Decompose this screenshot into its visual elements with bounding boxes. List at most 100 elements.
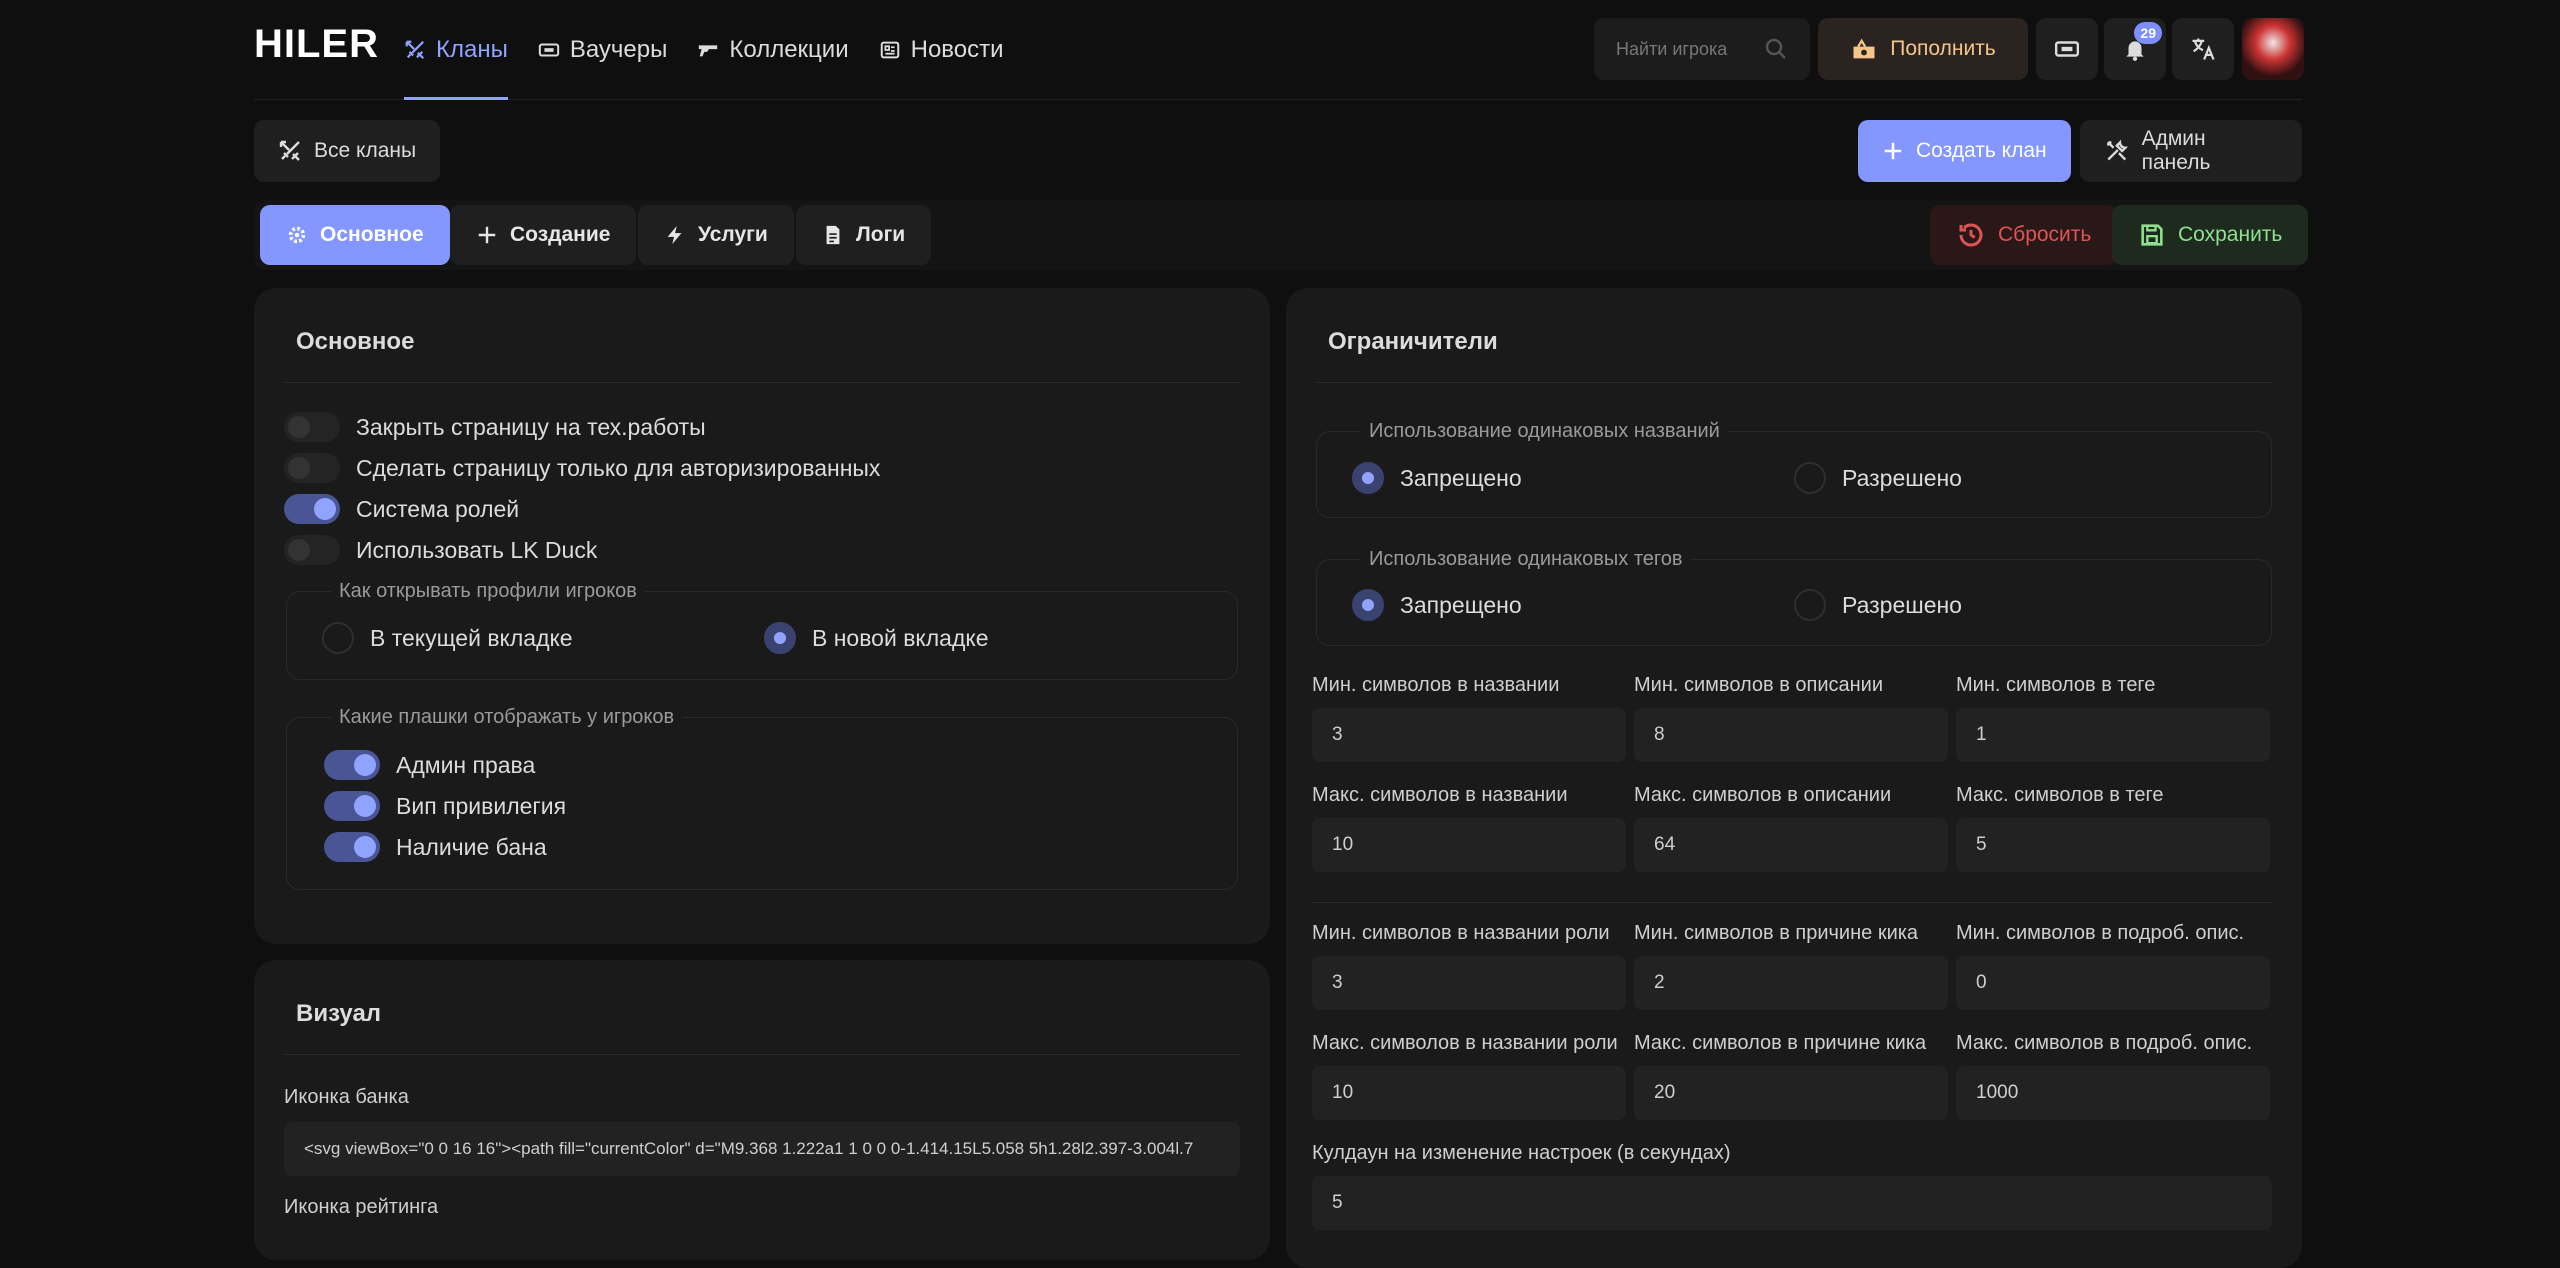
voucher-button[interactable]	[2036, 18, 2098, 80]
rating-icon-label: Иконка рейтинга	[284, 1196, 439, 1218]
toggle-row-roles: Система ролей	[284, 494, 519, 524]
radio-names-forbidden[interactable]: Запрещено	[1352, 462, 1522, 494]
toggle-auth-only[interactable]	[284, 453, 340, 483]
radio-dot[interactable]	[1794, 462, 1826, 494]
toggle-label: Сделать страницу только для авторизирова…	[356, 454, 881, 481]
min-role-name-input[interactable]: 3	[1312, 956, 1626, 1010]
tab-create[interactable]: Создание	[450, 205, 637, 265]
top-header: HILER Кланы Ваучеры Коллекции Новости На…	[254, 0, 2304, 100]
toggle-row-admin: Админ права	[324, 750, 535, 780]
min-name-input[interactable]: 3	[1312, 708, 1626, 762]
search-icon[interactable]	[1764, 37, 1788, 61]
radio-label: Запрещено	[1400, 591, 1522, 618]
max-desc-input[interactable]: 64	[1634, 818, 1948, 872]
max-detail-desc-input[interactable]: 1000	[1956, 1066, 2270, 1120]
language-button[interactable]	[2172, 18, 2234, 80]
history-icon	[1959, 223, 1983, 247]
tab-main[interactable]: Основное	[260, 205, 450, 265]
radio-label: Разрешено	[1842, 591, 1962, 618]
ticket-icon	[2054, 41, 2080, 57]
max-kick-reason-input[interactable]: 20	[1634, 1066, 1948, 1120]
nav-collections[interactable]: Коллекции	[697, 0, 849, 100]
toggle-label: Админ права	[396, 751, 536, 778]
main-card-title: Основное	[296, 328, 415, 355]
min-detail-desc-input[interactable]: 0	[1956, 956, 2270, 1010]
site-logo[interactable]: HILER	[254, 22, 379, 67]
translate-icon	[2192, 38, 2215, 60]
save-label: Сохранить	[2178, 223, 2283, 246]
toggle-ban-badge[interactable]	[324, 832, 380, 862]
min-kick-reason-input[interactable]: 2	[1634, 956, 1948, 1010]
bank-icon-input[interactable]: <svg viewBox="0 0 16 16"><path fill="cur…	[284, 1122, 1240, 1176]
radio-tags-forbidden[interactable]: Запрещено	[1352, 589, 1522, 621]
notifications-button[interactable]: 29	[2104, 18, 2166, 80]
gear-icon	[288, 226, 306, 244]
field-label: Мин. символов в названии	[1312, 674, 1560, 696]
user-avatar[interactable]	[2242, 18, 2304, 80]
field-label: Мин. символов в описании	[1634, 674, 1884, 696]
radio-new-tab[interactable]: В новой вкладке	[764, 622, 989, 654]
radio-label: Запрещено	[1400, 464, 1522, 491]
settings-tabs-bar: Основное Создание Услуги Логи Сбросить С…	[254, 200, 2309, 270]
toggle-row-ban: Наличие бана	[324, 832, 547, 862]
toggle-label: Наличие бана	[396, 833, 547, 860]
cooldown-input[interactable]: 5	[1312, 1176, 2272, 1230]
toggle-label: Система ролей	[356, 495, 520, 522]
toggle-row-auth-only: Сделать страницу только для авторизирова…	[284, 453, 880, 483]
tab-services[interactable]: Услуги	[638, 205, 794, 265]
toggle-roles[interactable]	[284, 494, 340, 524]
radio-names-allowed[interactable]: Разрешено	[1794, 462, 1962, 494]
search-placeholder: Найти игрока	[1616, 38, 1728, 59]
create-clan-button[interactable]: Создать клан	[1858, 120, 2071, 182]
tab-logs[interactable]: Логи	[796, 205, 932, 265]
reset-button[interactable]: Сбросить	[1930, 205, 2118, 265]
divider	[1316, 382, 2272, 383]
all-clans-button[interactable]: Все кланы	[254, 120, 441, 182]
bank-icon-label: Иконка банка	[284, 1086, 409, 1108]
divider	[1312, 902, 2272, 903]
limits-card: Ограничители Использование одинаковых на…	[1286, 288, 2302, 1268]
min-tag-input[interactable]: 1	[1956, 708, 2270, 762]
field-label: Макс. символов в описании	[1634, 784, 1892, 806]
radio-dot[interactable]	[764, 622, 796, 654]
field-label: Мин. символов в причине кика	[1634, 922, 1919, 944]
radio-dot[interactable]	[1352, 589, 1384, 621]
player-search[interactable]: Найти игрока	[1594, 18, 1810, 80]
nav-clans[interactable]: Кланы	[404, 0, 508, 100]
limits-card-title: Ограничители	[1328, 328, 1498, 355]
notifications-badge: 29	[2134, 22, 2162, 44]
reset-label: Сбросить	[1998, 223, 2092, 246]
radio-current-tab[interactable]: В текущей вкладке	[322, 622, 573, 654]
toggle-maintenance[interactable]	[284, 412, 340, 442]
topup-button[interactable]: Пополнить	[1818, 18, 2028, 80]
save-button[interactable]: Сохранить	[2112, 205, 2309, 265]
field-label: Мин. символов в теге	[1956, 674, 2156, 696]
radio-dot[interactable]	[322, 622, 354, 654]
toggle-row-maintenance: Закрыть страницу на тех.работы	[284, 412, 706, 442]
swords-icon	[279, 140, 300, 161]
min-desc-input[interactable]: 8	[1634, 708, 1948, 762]
max-name-input[interactable]: 10	[1312, 818, 1626, 872]
radio-tags-allowed[interactable]: Разрешено	[1794, 589, 1962, 621]
nav-vouchers[interactable]: Ваучеры	[538, 0, 667, 100]
field-label: Макс. символов в названии роли	[1312, 1032, 1618, 1054]
toggle-label: Вип привилегия	[396, 792, 567, 819]
nav-news[interactable]: Новости	[879, 0, 1004, 100]
radio-dot[interactable]	[1794, 589, 1826, 621]
nav-collections-label: Коллекции	[729, 36, 849, 63]
admin-panel-button[interactable]: Админ панель	[2080, 120, 2302, 182]
toggle-admin-badge[interactable]	[324, 750, 380, 780]
topup-label: Пополнить	[1890, 37, 1996, 60]
toggle-label: Закрыть страницу на тех.работы	[356, 413, 706, 440]
radio-label: В новой вкладке	[812, 624, 989, 651]
admin-panel-label: Админ панель	[2141, 127, 2211, 174]
toggle-vip-badge[interactable]	[324, 791, 380, 821]
radio-dot[interactable]	[1352, 462, 1384, 494]
main-nav: Кланы Ваучеры Коллекции Новости	[404, 0, 1004, 100]
max-tag-input[interactable]: 5	[1956, 818, 2270, 872]
tab-create-label: Создание	[510, 223, 611, 246]
document-icon	[826, 225, 840, 245]
max-role-name-input[interactable]: 10	[1312, 1066, 1626, 1120]
field-label: Макс. символов в названии	[1312, 784, 1568, 806]
toggle-lk-duck[interactable]	[284, 535, 340, 565]
